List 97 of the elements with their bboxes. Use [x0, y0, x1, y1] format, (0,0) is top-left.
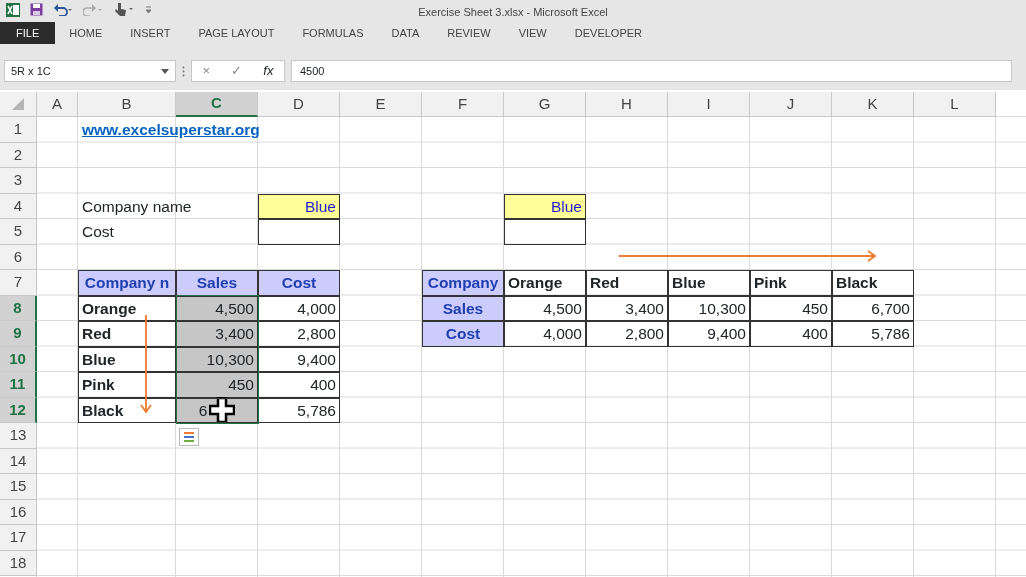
link[interactable]: www.excelsuperstar.org — [78, 117, 258, 143]
row-header[interactable]: 16 — [0, 499, 37, 525]
table-cell: 4,000 — [504, 321, 586, 347]
ribbon-tab[interactable]: INSERT — [116, 22, 185, 44]
row-header[interactable]: 13 — [0, 423, 37, 449]
table-cell: Sales — [176, 270, 258, 296]
ribbon-tab[interactable]: VIEW — [504, 22, 561, 44]
formula-value[interactable]: 4500 — [300, 62, 325, 80]
table-cell: 4,500 — [504, 295, 586, 321]
ribbon-tab[interactable]: DEVELOPER — [560, 22, 656, 44]
insert-function-button[interactable]: fx — [263, 61, 274, 81]
row-header[interactable]: 14 — [0, 448, 37, 474]
table-cell: Orange — [78, 295, 176, 321]
column-header[interactable]: G — [504, 92, 586, 117]
row-header[interactable]: 4 — [0, 193, 37, 219]
table-cell: Orange — [504, 270, 586, 296]
ribbon-tab[interactable]: FORMULAS — [288, 22, 378, 44]
ribbon-tab[interactable]: REVIEW — [433, 22, 505, 44]
table-cell: Black — [832, 270, 914, 296]
column-header[interactable]: L — [914, 92, 996, 117]
table-cell: 2,800 — [258, 321, 340, 347]
table-cell: Blue — [78, 346, 176, 372]
table-cell: 5,786 — [832, 321, 914, 347]
column-header[interactable]: H — [586, 92, 668, 117]
table-cell: Pink — [78, 372, 176, 398]
column-header[interactable]: B — [78, 92, 176, 117]
table-cell: Blue — [668, 270, 750, 296]
name-box-value[interactable]: 5R x 1C — [11, 62, 51, 80]
table-cell-text: Company name — [81, 196, 193, 217]
row-header[interactable]: 9 — [0, 321, 37, 347]
cancel-button[interactable]: × — [202, 61, 211, 81]
row-header[interactable]: 17 — [0, 525, 37, 551]
table-cell: Pink — [750, 270, 832, 296]
table-cell: 450 — [750, 295, 832, 321]
save-icon[interactable] — [30, 3, 43, 16]
row-header[interactable]: 11 — [0, 372, 37, 398]
arrow-right-icon — [618, 250, 878, 262]
table-cell-text: Cost — [81, 222, 115, 243]
table-cell: Blue — [258, 193, 340, 219]
ribbon-tab[interactable]: DATA — [377, 22, 434, 44]
excel-logo-icon[interactable] — [6, 2, 20, 17]
row-header[interactable]: 2 — [0, 142, 37, 168]
table-cell: Black — [78, 397, 176, 423]
table-cell: Blue — [504, 193, 586, 219]
table-cell: 9,400 — [258, 346, 340, 372]
column-header[interactable]: D — [258, 92, 340, 117]
table-cell: 4,000 — [258, 295, 340, 321]
table-cell: Red — [586, 270, 668, 296]
cell-text: 6 — [198, 400, 208, 421]
column-header[interactable]: A — [37, 92, 78, 117]
row-header[interactable]: 18 — [0, 550, 37, 576]
table-cell: 9,400 — [668, 321, 750, 347]
table-cell: 5,786 — [258, 397, 340, 423]
table-cell: 10,300 — [668, 295, 750, 321]
table-cell: 400 — [258, 372, 340, 398]
table-cell: 10,300 — [176, 346, 258, 372]
row-header[interactable]: 7 — [0, 270, 37, 296]
table-cell: Sales — [422, 295, 504, 321]
column-header[interactable]: I — [668, 92, 750, 117]
row-header[interactable]: 6 — [0, 244, 37, 270]
column-header[interactable]: F — [422, 92, 504, 117]
table-cell: 450 — [176, 372, 258, 398]
table-cell: Cost — [422, 321, 504, 347]
enter-button[interactable]: ✓ — [231, 61, 243, 81]
table-cell: 400 — [750, 321, 832, 347]
arrow-down-icon — [140, 314, 152, 414]
undo-icon[interactable] — [53, 3, 73, 16]
dropdown-icon[interactable] — [161, 68, 169, 74]
table-cell: Company — [422, 270, 504, 296]
customize-icon[interactable] — [145, 5, 152, 14]
table-cell: Cost — [258, 270, 340, 296]
column-header[interactable]: J — [750, 92, 832, 117]
column-header[interactable]: C — [176, 92, 258, 117]
table-cell: 4,500 — [176, 295, 258, 321]
quick-analysis-icon[interactable] — [179, 428, 199, 446]
row-header[interactable]: 3 — [0, 168, 37, 194]
table-cell: 3,400 — [176, 321, 258, 347]
row-header[interactable]: 12 — [0, 397, 37, 423]
grip-icon — [182, 65, 185, 77]
column-header[interactable]: E — [340, 92, 422, 117]
row-header[interactable]: 10 — [0, 346, 37, 372]
touch-mode-icon[interactable] — [113, 2, 135, 17]
window-title: Exercise Sheet 3.xlsx - Microsoft Excel — [418, 5, 608, 20]
table-cell: Red — [78, 321, 176, 347]
ribbon-tab[interactable]: PAGE LAYOUT — [184, 22, 289, 44]
row-header[interactable]: 8 — [0, 295, 37, 321]
table-cell: Company n — [78, 270, 176, 296]
row-header[interactable]: 15 — [0, 474, 37, 500]
cursor-icon — [209, 397, 236, 424]
row-header[interactable]: 1 — [0, 117, 37, 143]
ribbon-tab[interactable]: FILE — [0, 22, 56, 44]
table-cell: 6,700 — [832, 295, 914, 321]
ribbon-tab[interactable]: HOME — [55, 22, 117, 44]
table-cell: 3,400 — [586, 295, 668, 321]
column-header[interactable]: K — [832, 92, 914, 117]
row-header[interactable]: 5 — [0, 219, 37, 245]
table-cell: 2,800 — [586, 321, 668, 347]
